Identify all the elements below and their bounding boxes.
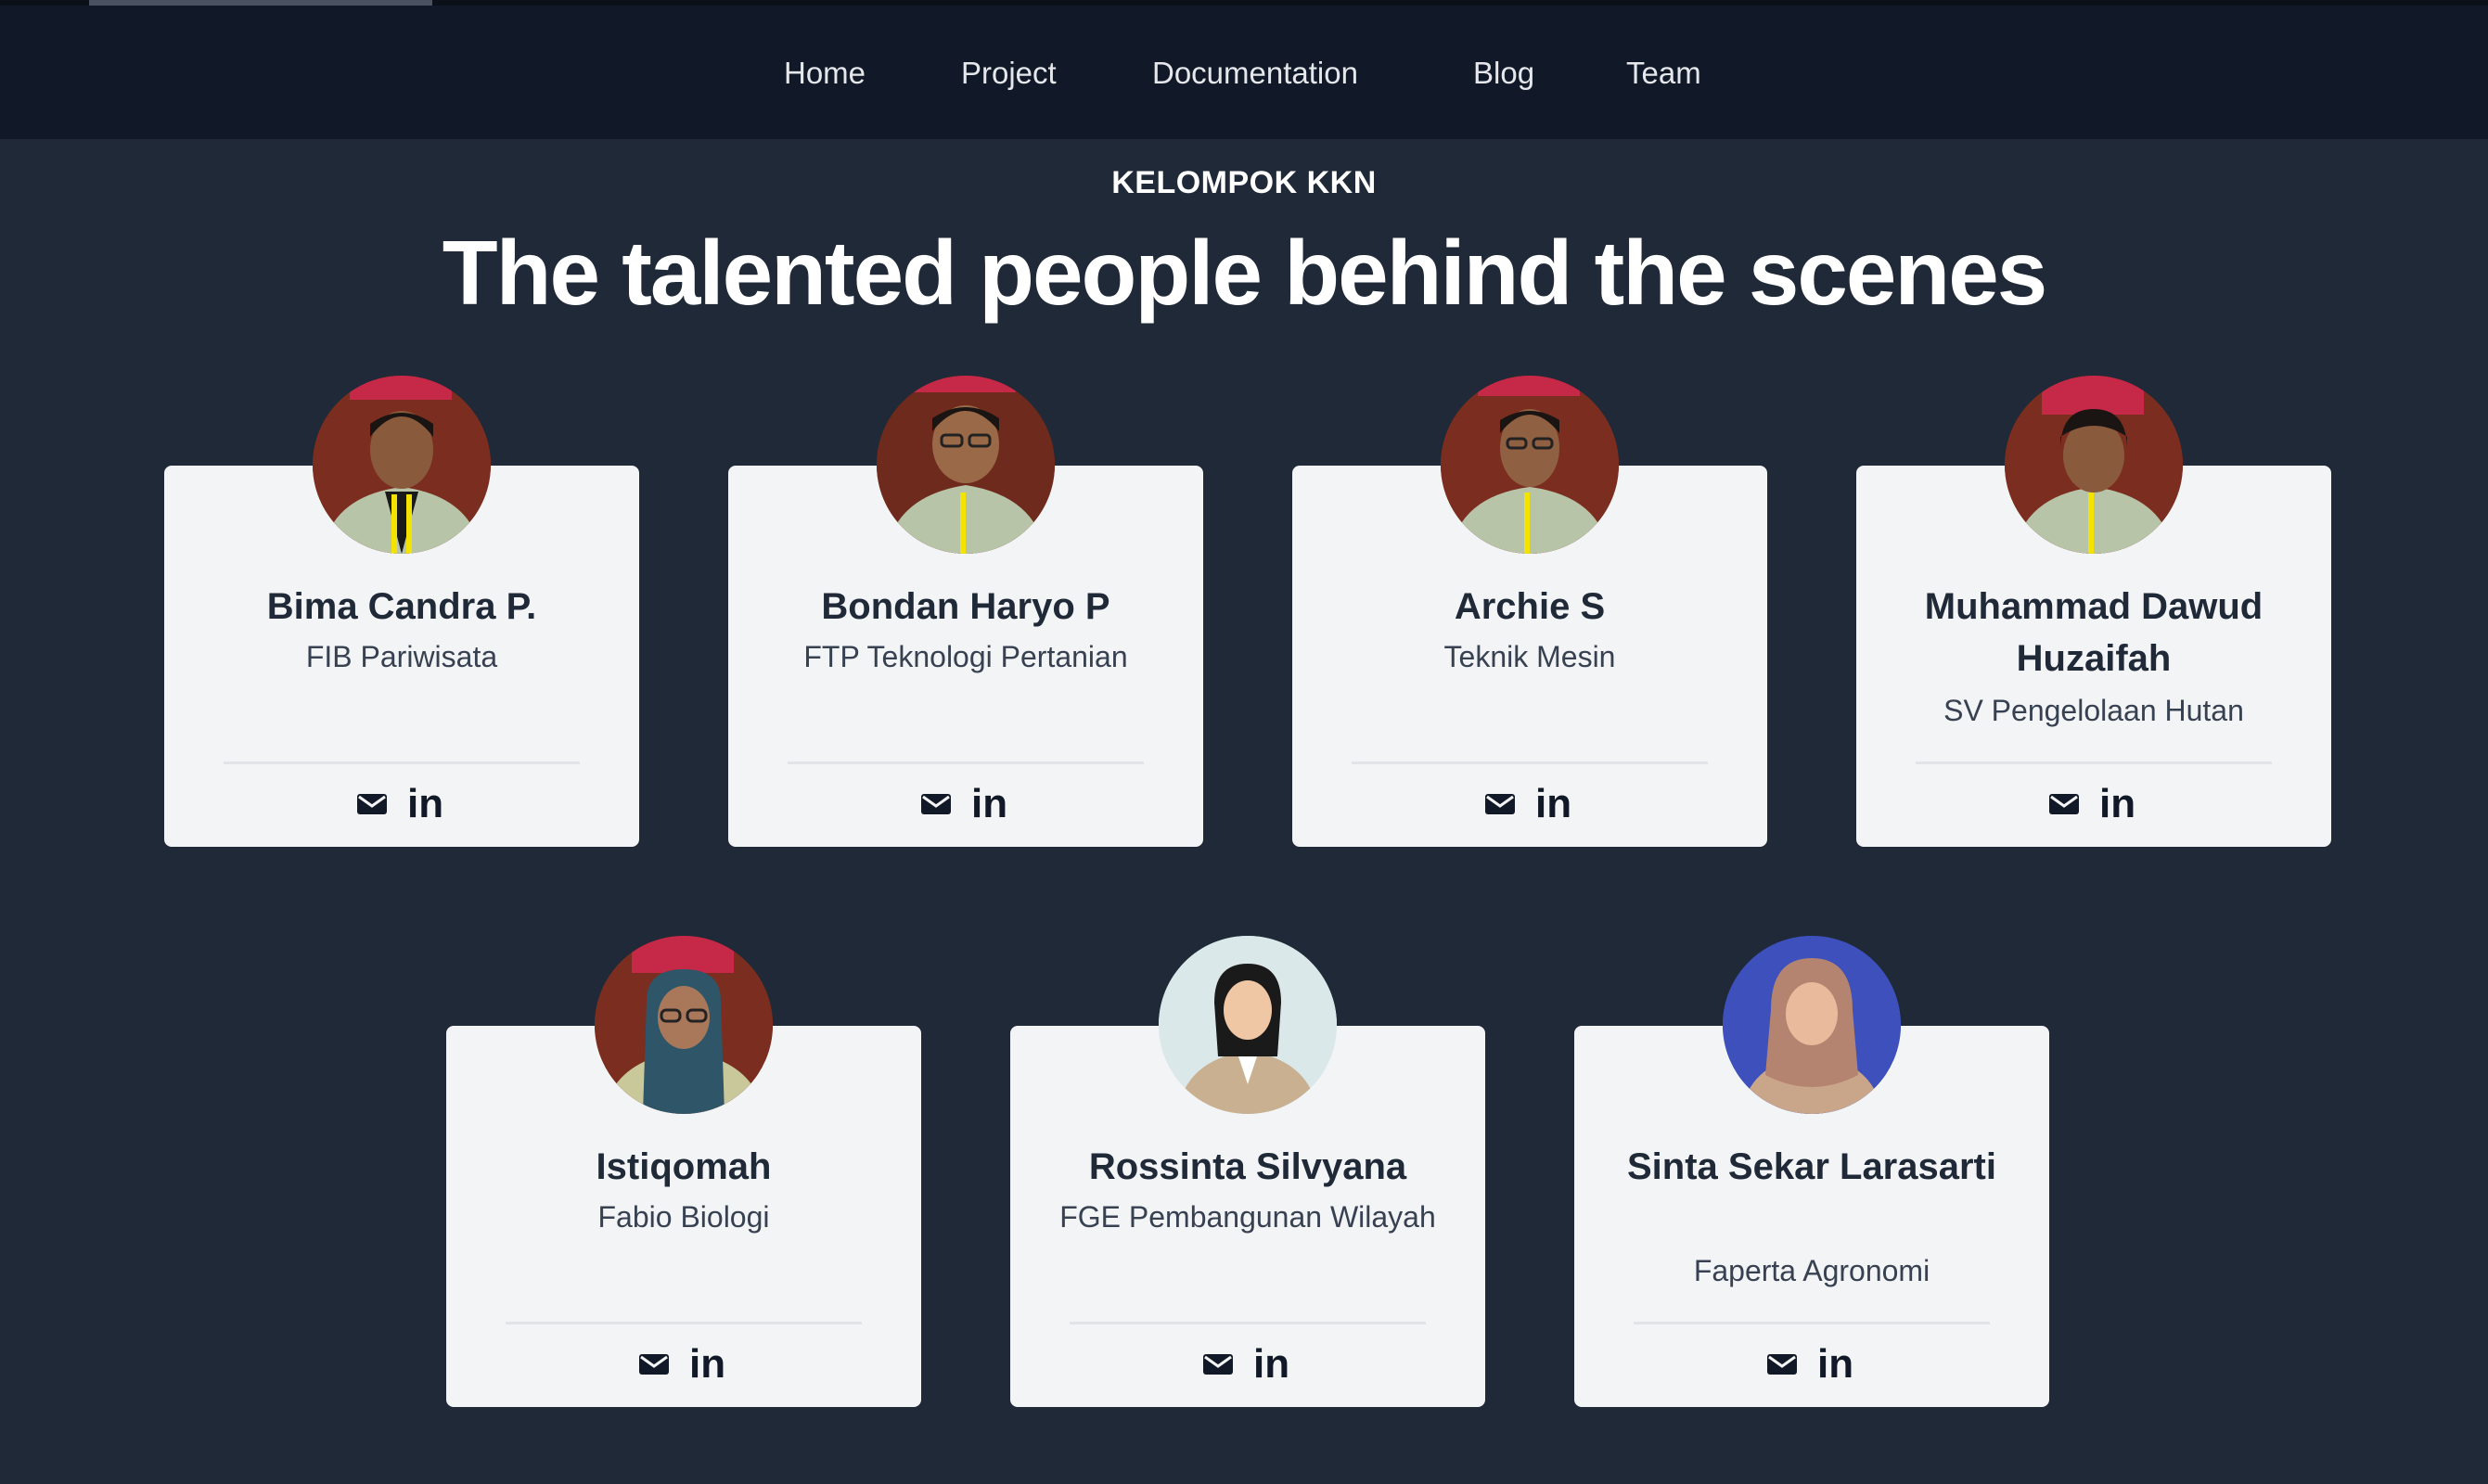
mail-icon[interactable] xyxy=(2047,783,2081,825)
linkedin-icon[interactable]: in xyxy=(971,783,1018,825)
card-divider xyxy=(1916,761,2272,764)
nav-documentation[interactable]: Documentation xyxy=(1152,50,1358,96)
member-role: SV Pengelolaan Hutan xyxy=(1943,694,2244,727)
card-divider xyxy=(1634,1322,1990,1324)
nav-project[interactable]: Project xyxy=(961,50,1057,96)
card-divider xyxy=(1070,1322,1426,1324)
mail-icon[interactable] xyxy=(1765,1343,1799,1386)
nav-blog[interactable]: Blog xyxy=(1473,50,1534,96)
top-navbar: Home Project Documentation Blog Team xyxy=(0,6,2488,139)
mail-icon[interactable] xyxy=(355,783,389,825)
member-name: Archie S xyxy=(1454,586,1606,627)
member-role: FTP Teknologi Pertanian xyxy=(803,640,1128,673)
member-avatar xyxy=(1159,936,1337,1114)
mail-icon[interactable] xyxy=(919,783,953,825)
member-role: Faperta Agronomi xyxy=(1693,1254,1930,1287)
section-title: The talented people behind the scenes xyxy=(442,222,2047,324)
nav-team[interactable]: Team xyxy=(1626,50,1701,96)
linkedin-icon[interactable]: in xyxy=(407,783,454,825)
member-avatar xyxy=(1723,936,1901,1114)
member-name: Sinta Sekar Larasarti xyxy=(1627,1146,1996,1187)
mail-icon[interactable] xyxy=(1201,1343,1235,1386)
member-role: Fabio Biologi xyxy=(597,1200,770,1234)
member-role: FIB Pariwisata xyxy=(305,640,498,673)
card-divider xyxy=(788,761,1144,764)
linkedin-icon[interactable]: in xyxy=(1817,1343,1864,1386)
card-divider xyxy=(224,761,580,764)
member-avatar xyxy=(313,376,491,554)
member-avatar xyxy=(595,936,773,1114)
member-role: Teknik Mesin xyxy=(1443,640,1616,673)
member-name: Bondan Haryo P xyxy=(821,586,1110,627)
member-avatar xyxy=(877,376,1055,554)
mail-icon[interactable] xyxy=(637,1343,671,1386)
nav-home[interactable]: Home xyxy=(784,50,866,96)
member-name: Bima Candra P. xyxy=(266,586,537,627)
member-name: Rossinta Silvyana xyxy=(1088,1146,1407,1187)
member-role: FGE Pembangunan Wilayah xyxy=(1059,1200,1436,1234)
member-avatar xyxy=(2005,376,2183,554)
mail-icon[interactable] xyxy=(1483,783,1517,825)
linkedin-icon[interactable]: in xyxy=(1253,1343,1300,1386)
member-name: Muhammad Dawud Huzaifah xyxy=(1924,586,2264,679)
member-name: Istiqomah xyxy=(596,1146,772,1187)
card-divider xyxy=(1352,761,1708,764)
linkedin-icon[interactable]: in xyxy=(2099,783,2146,825)
linkedin-icon[interactable]: in xyxy=(1535,783,1582,825)
section-eyebrow: KELOMPOK KKN xyxy=(1111,165,1377,200)
member-avatar xyxy=(1441,376,1619,554)
linkedin-icon[interactable]: in xyxy=(689,1343,736,1386)
card-divider xyxy=(506,1322,862,1324)
